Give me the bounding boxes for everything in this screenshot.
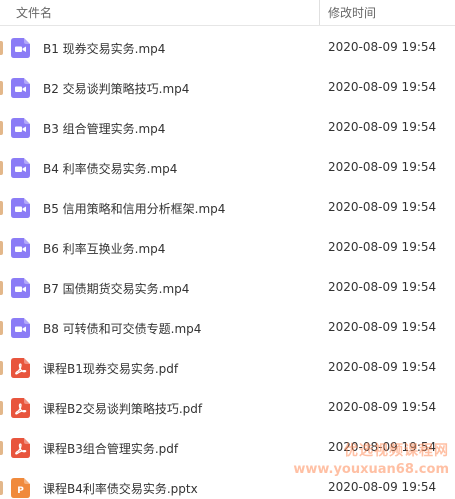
pdf-file-icon [11, 358, 30, 378]
file-row[interactable]: B8 可转债和可交债专题.mp4 2020-08-09 19:54 [0, 308, 455, 348]
file-row[interactable]: 课程B3组合管理实务.pdf 2020-08-09 19:54 [0, 428, 455, 468]
file-row[interactable]: B7 国债期货交易实务.mp4 2020-08-09 19:54 [0, 268, 455, 308]
file-name[interactable]: 课程B1现券交易实务.pdf [43, 360, 178, 377]
row-marker [0, 81, 3, 95]
pptx-file-icon: P [11, 478, 30, 498]
video-file-icon [11, 318, 30, 338]
name-column-header[interactable]: 文件名 [16, 4, 52, 21]
video-file-icon [11, 278, 30, 298]
file-name[interactable]: B1 现券交易实务.mp4 [43, 40, 165, 57]
modified-column-header[interactable]: 修改时间 [328, 4, 376, 21]
file-row[interactable]: B6 利率互换业务.mp4 2020-08-09 19:54 [0, 228, 455, 268]
file-row[interactable]: 课程B1现券交易实务.pdf 2020-08-09 19:54 [0, 348, 455, 388]
file-modified-date: 2020-08-09 19:54 [328, 280, 437, 294]
row-marker [0, 321, 3, 335]
video-file-icon [11, 158, 30, 178]
file-row[interactable]: B5 信用策略和信用分析框架.mp4 2020-08-09 19:54 [0, 188, 455, 228]
list-header: 文件名 修改时间 [0, 0, 455, 26]
video-file-icon [11, 78, 30, 98]
video-file-icon [11, 118, 30, 138]
pdf-file-icon [11, 398, 30, 418]
svg-text:P: P [17, 486, 24, 496]
file-row[interactable]: B3 组合管理实务.mp4 2020-08-09 19:54 [0, 108, 455, 148]
file-name[interactable]: B4 利率债交易实务.mp4 [43, 160, 177, 177]
file-name[interactable]: B3 组合管理实务.mp4 [43, 120, 165, 137]
row-marker [0, 241, 3, 255]
file-row[interactable]: B1 现券交易实务.mp4 2020-08-09 19:54 [0, 28, 455, 68]
file-name[interactable]: B2 交易谈判策略技巧.mp4 [43, 80, 189, 97]
file-name[interactable]: 课程B2交易谈判策略技巧.pdf [43, 400, 202, 417]
row-marker [0, 121, 3, 135]
video-file-icon [11, 198, 30, 218]
pdf-file-icon [11, 438, 30, 458]
file-modified-date: 2020-08-09 19:54 [328, 160, 437, 174]
row-marker [0, 361, 3, 375]
file-modified-date: 2020-08-09 19:54 [328, 360, 437, 374]
file-list: 文件名 修改时间 B1 现券交易实务.mp4 2020-08-09 19:54 B2… [0, 0, 455, 499]
video-file-icon [11, 238, 30, 258]
file-name[interactable]: 课程B4利率债交易实务.pptx [43, 480, 198, 497]
row-marker [0, 161, 3, 175]
file-name[interactable]: B5 信用策略和信用分析框架.mp4 [43, 200, 225, 217]
file-modified-date: 2020-08-09 19:54 [328, 80, 437, 94]
file-row[interactable]: B4 利率债交易实务.mp4 2020-08-09 19:54 [0, 148, 455, 188]
file-name[interactable]: B7 国债期货交易实务.mp4 [43, 280, 189, 297]
video-file-icon [11, 38, 30, 58]
column-divider[interactable] [319, 0, 320, 25]
file-name[interactable]: B6 利率互换业务.mp4 [43, 240, 165, 257]
row-marker [0, 481, 3, 495]
file-modified-date: 2020-08-09 19:54 [328, 440, 437, 454]
file-modified-date: 2020-08-09 19:54 [328, 240, 437, 254]
file-modified-date: 2020-08-09 19:54 [328, 200, 437, 214]
file-row[interactable]: P 课程B4利率债交易实务.pptx 2020-08-09 19:54 [0, 468, 455, 499]
row-marker [0, 441, 3, 455]
file-name[interactable]: 课程B3组合管理实务.pdf [43, 440, 178, 457]
file-modified-date: 2020-08-09 19:54 [328, 320, 437, 334]
row-marker [0, 41, 3, 55]
file-modified-date: 2020-08-09 19:54 [328, 120, 437, 134]
file-row[interactable]: B2 交易谈判策略技巧.mp4 2020-08-09 19:54 [0, 68, 455, 108]
row-marker [0, 401, 3, 415]
file-row[interactable]: 课程B2交易谈判策略技巧.pdf 2020-08-09 19:54 [0, 388, 455, 428]
row-marker [0, 281, 3, 295]
file-modified-date: 2020-08-09 19:54 [328, 40, 437, 54]
row-marker [0, 201, 3, 215]
file-modified-date: 2020-08-09 19:54 [328, 400, 437, 414]
file-modified-date: 2020-08-09 19:54 [328, 480, 437, 494]
file-name[interactable]: B8 可转债和可交债专题.mp4 [43, 320, 201, 337]
file-rows: B1 现券交易实务.mp4 2020-08-09 19:54 B2 交易谈判策略技巧… [0, 28, 455, 499]
